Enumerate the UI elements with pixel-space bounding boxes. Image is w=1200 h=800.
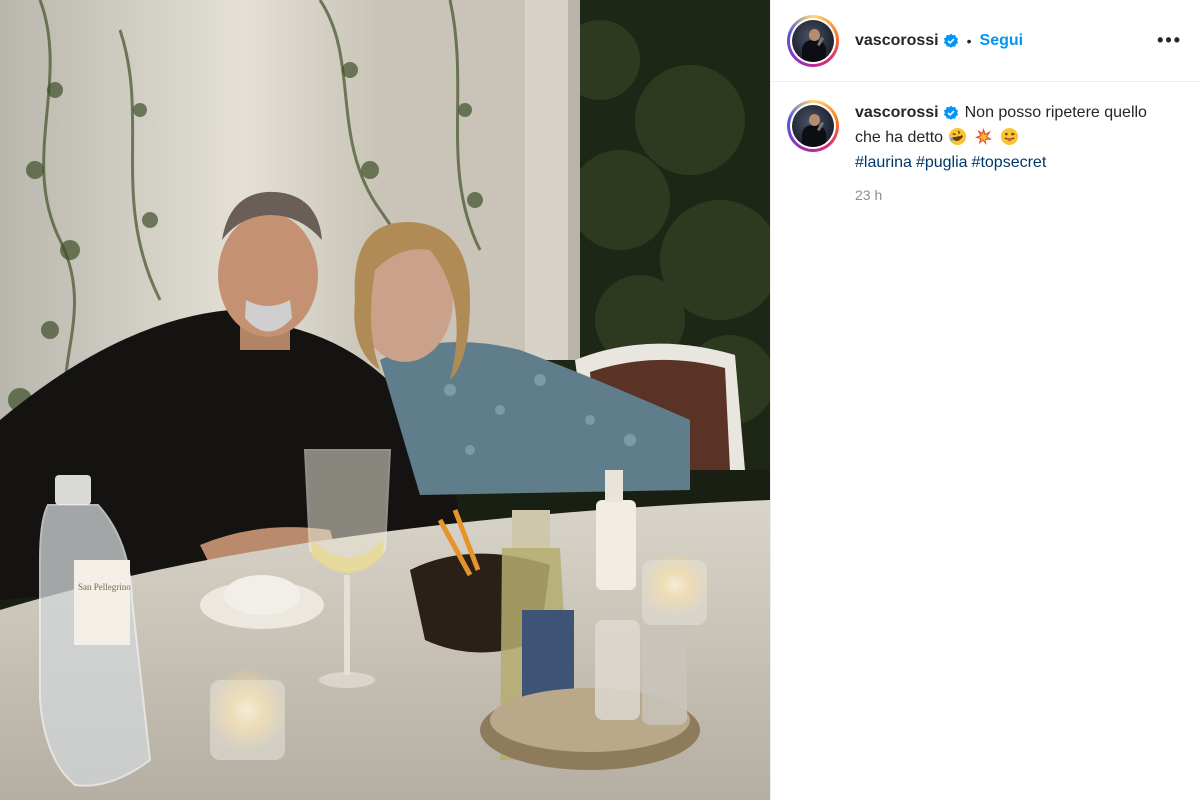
more-options-icon[interactable]: ••• [1157,30,1182,51]
bottle-label: San Pellegrino [78,582,131,592]
post-timestamp[interactable]: 23 h [855,183,1155,208]
caption-line-2-row: che ha detto [855,125,1155,150]
hashtag-link[interactable]: #puglia [916,154,968,171]
collision-emoji-icon [974,127,993,146]
caption-line-2: che ha detto [855,129,944,146]
hashtag-link[interactable]: #topsecret [972,154,1047,171]
post-side-panel: vascorossi • Segui ••• vascorossi Non po… [770,0,1200,800]
post-photo[interactable]: San Pellegrino [0,0,770,800]
header-separator: • [966,32,972,49]
caption-body: vascorossi Non posso ripetere quello che… [855,100,1155,208]
hashtag-link[interactable]: #laurina [855,154,912,171]
follow-button[interactable]: Segui [980,32,1024,50]
caption-username[interactable]: vascorossi [855,104,939,121]
face-with-tongue-emoji-icon [1000,127,1019,146]
caption: vascorossi Non posso ripetere quello che… [771,82,1200,208]
caption-avatar[interactable] [787,100,839,152]
hashtags: #laurina #puglia #topsecret [855,150,1155,175]
photo-scene: San Pellegrino [0,0,770,800]
caption-line-1: Non posso ripetere quello [964,104,1147,121]
verified-badge-icon [943,33,959,49]
verified-badge-icon [943,105,959,121]
rolling-on-floor-laughing-emoji-icon [948,127,967,146]
author-avatar[interactable] [787,14,839,67]
post-header: vascorossi • Segui ••• [771,0,1200,82]
author-username[interactable]: vascorossi [855,32,939,50]
caption-text: vascorossi Non posso ripetere quello [855,100,1155,125]
